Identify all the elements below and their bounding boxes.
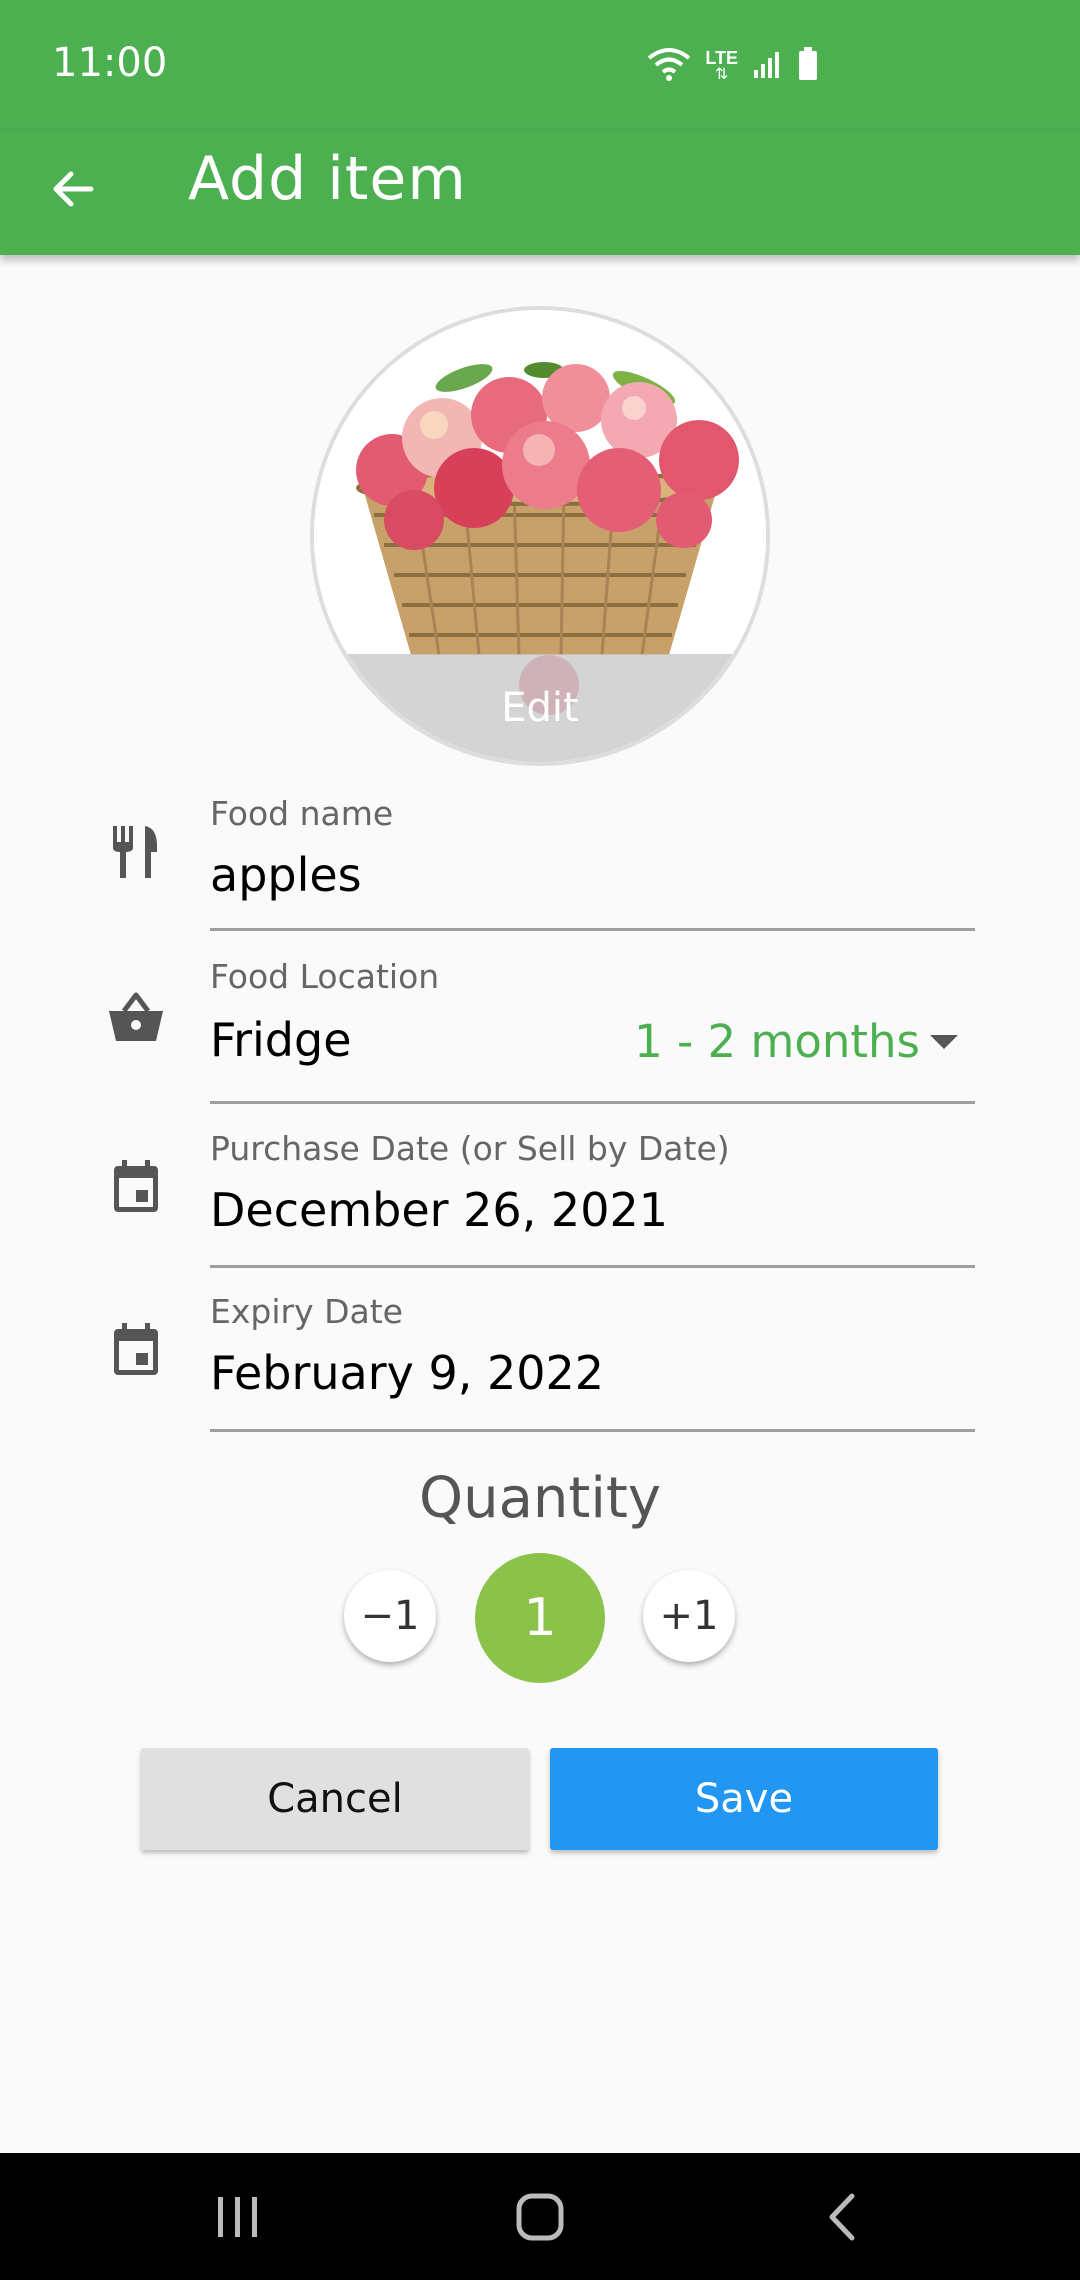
food-location-field[interactable]: Food Location Fridge 1 - 2 months xyxy=(0,945,1080,1105)
shelf-life-text: 1 - 2 months xyxy=(634,1015,920,1068)
calendar-icon xyxy=(104,1155,168,1219)
save-button[interactable]: Save xyxy=(550,1748,938,1850)
decrement-button[interactable]: −1 xyxy=(344,1570,436,1662)
food-photo[interactable]: Edit xyxy=(310,306,770,766)
food-location-label: Food Location xyxy=(210,957,440,996)
home-button[interactable] xyxy=(480,2153,600,2280)
status-bar: 11:00 LTE ⇅ xyxy=(0,0,1080,130)
quantity-title: Quantity xyxy=(419,1466,661,1531)
nav-back-button[interactable] xyxy=(782,2153,902,2280)
lte-label: LTE xyxy=(705,48,738,68)
increment-button[interactable]: +1 xyxy=(643,1570,735,1662)
chevron-down-icon[interactable] xyxy=(930,1035,958,1049)
back-button[interactable] xyxy=(38,154,108,224)
food-name-input[interactable]: apples xyxy=(210,848,362,902)
cancel-button[interactable]: Cancel xyxy=(141,1748,529,1850)
lte-data-icon: LTE ⇅ xyxy=(705,48,738,83)
quantity-value: 1 xyxy=(475,1553,605,1683)
purchase-date-underline xyxy=(210,1265,975,1268)
app-bar: Add item xyxy=(0,130,1080,255)
food-location-underline xyxy=(210,1101,975,1104)
purchase-date-label: Purchase Date (or Sell by Date) xyxy=(210,1129,730,1168)
photo-edit-button[interactable]: Edit xyxy=(314,654,766,762)
page-title: Add item xyxy=(188,144,467,214)
status-time: 11:00 xyxy=(52,40,168,86)
purchase-date-field[interactable]: Purchase Date (or Sell by Date) December… xyxy=(0,1115,1080,1275)
calendar-icon xyxy=(104,1318,168,1382)
back-icon xyxy=(829,2193,855,2240)
expiry-date-input[interactable]: February 9, 2022 xyxy=(210,1346,604,1400)
food-location-select[interactable]: Fridge xyxy=(210,1013,352,1067)
purchase-date-input[interactable]: December 26, 2021 xyxy=(210,1183,668,1237)
recents-button[interactable] xyxy=(178,2153,298,2280)
expiry-date-field[interactable]: Expiry Date February 9, 2022 xyxy=(0,1280,1080,1440)
status-icons: LTE ⇅ xyxy=(647,46,818,86)
food-name-label: Food name xyxy=(210,794,394,833)
recents-icon xyxy=(218,2196,257,2237)
photo-edit-label: Edit xyxy=(501,685,579,731)
battery-icon xyxy=(798,46,818,86)
signal-icon xyxy=(752,48,784,85)
expiry-date-label: Expiry Date xyxy=(210,1292,403,1331)
expiry-date-underline xyxy=(210,1429,975,1432)
basket-icon xyxy=(104,985,168,1049)
home-icon xyxy=(516,2193,564,2240)
food-name-field[interactable]: Food name apples xyxy=(0,780,1080,940)
system-nav-bar xyxy=(0,2153,1080,2280)
wifi-icon xyxy=(647,46,691,87)
arrow-back-icon xyxy=(53,171,94,207)
cutlery-icon xyxy=(104,820,168,884)
food-name-underline xyxy=(210,928,975,931)
